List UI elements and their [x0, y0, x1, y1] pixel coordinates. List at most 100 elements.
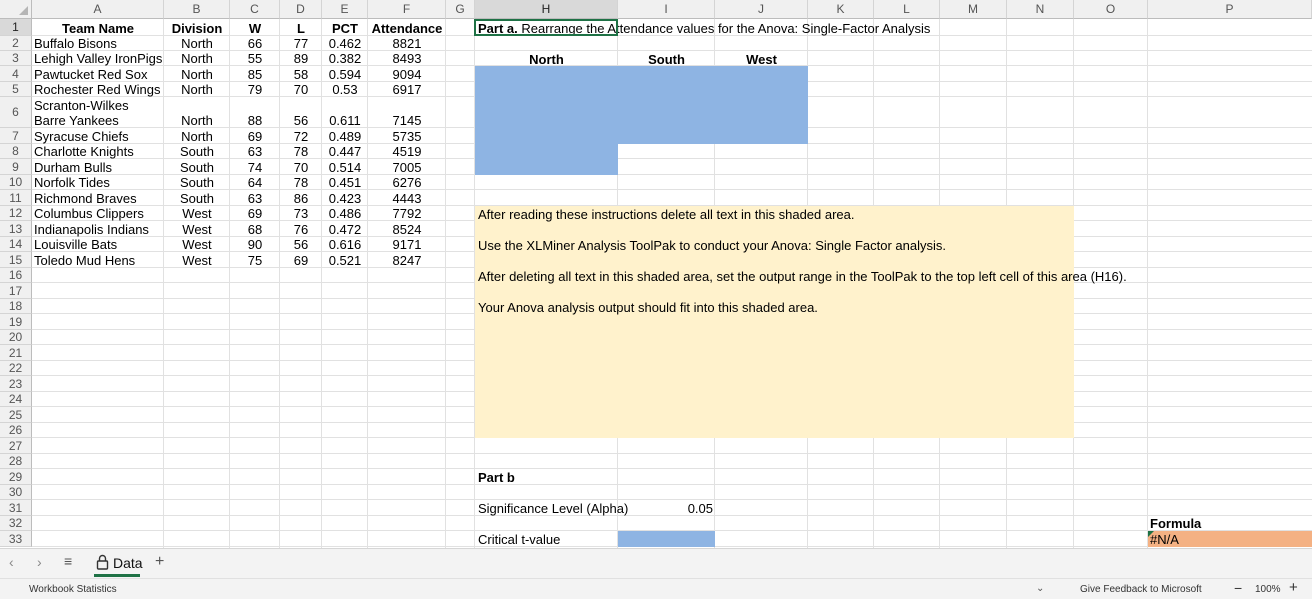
row-header-22[interactable]: 22 — [0, 361, 32, 376]
row-header-17[interactable]: 17 — [0, 283, 32, 299]
column-header-p[interactable]: P — [1148, 0, 1312, 19]
row-header-27[interactable]: 27 — [0, 438, 32, 454]
team-attendance[interactable]: 5735 — [368, 129, 446, 144]
row-header-26[interactable]: 26 — [0, 423, 32, 438]
team-division[interactable]: North — [164, 82, 230, 97]
team-pct[interactable]: 0.514 — [322, 160, 368, 175]
formula-label[interactable]: Formula — [1150, 516, 1201, 531]
feedback-link[interactable]: Give Feedback to Microsoft — [1080, 584, 1202, 595]
team-attendance[interactable]: 8247 — [368, 253, 446, 268]
row-header-13[interactable]: 13 — [0, 221, 32, 237]
group-header-north[interactable]: North — [475, 52, 618, 67]
team-losses[interactable]: 70 — [280, 82, 322, 97]
team-losses[interactable]: 78 — [280, 144, 322, 159]
south-west-input-area[interactable] — [618, 66, 808, 144]
column-header-k[interactable]: K — [808, 0, 874, 19]
instruction-1[interactable]: After reading these instructions delete … — [478, 207, 855, 222]
team-wins[interactable]: 90 — [230, 237, 280, 252]
team-division[interactable]: West — [164, 206, 230, 221]
column-header-d[interactable]: D — [280, 0, 322, 19]
team-attendance[interactable]: 7145 — [368, 113, 446, 128]
team-attendance[interactable]: 4519 — [368, 144, 446, 159]
team-attendance[interactable]: 8821 — [368, 36, 446, 51]
team-pct[interactable]: 0.447 — [322, 144, 368, 159]
team-division[interactable]: West — [164, 253, 230, 268]
team-attendance[interactable]: 8493 — [368, 51, 446, 66]
sheet-list-icon[interactable]: ≡ — [64, 553, 72, 569]
formula-value[interactable]: #N/A — [1150, 532, 1179, 547]
team-wins[interactable]: 79 — [230, 82, 280, 97]
row-header-14[interactable]: 14 — [0, 237, 32, 252]
team-attendance[interactable]: 9094 — [368, 67, 446, 82]
column-header-n[interactable]: N — [1007, 0, 1074, 19]
team-name[interactable]: Syracuse Chiefs — [34, 129, 164, 144]
team-name[interactable]: Buffalo Bisons — [34, 36, 164, 51]
header-pct[interactable]: PCT — [322, 21, 368, 36]
team-pct[interactable]: 0.472 — [322, 222, 368, 237]
team-name[interactable]: Columbus Clippers — [34, 206, 164, 221]
team-name[interactable]: Indianapolis Indians — [34, 222, 164, 237]
header-l[interactable]: L — [280, 21, 322, 36]
team-attendance[interactable]: 4443 — [368, 191, 446, 206]
critical-t-value-cell[interactable] — [618, 531, 715, 547]
column-header-l[interactable]: L — [874, 0, 940, 19]
row-header-2[interactable]: 2 — [0, 36, 32, 51]
team-pct[interactable]: 0.521 — [322, 253, 368, 268]
team-pct[interactable]: 0.53 — [322, 82, 368, 97]
team-division[interactable]: South — [164, 191, 230, 206]
column-header-b[interactable]: B — [164, 0, 230, 19]
team-losses[interactable]: 77 — [280, 36, 322, 51]
team-losses[interactable]: 89 — [280, 51, 322, 66]
row-header-19[interactable]: 19 — [0, 314, 32, 330]
row-header-23[interactable]: 23 — [0, 376, 32, 392]
team-attendance[interactable]: 6917 — [368, 82, 446, 97]
row-header-30[interactable]: 30 — [0, 485, 32, 500]
error-indicator-icon[interactable] — [1148, 531, 1154, 537]
row-header-16[interactable]: 16 — [0, 268, 32, 283]
team-pct[interactable]: 0.616 — [322, 237, 368, 252]
team-name-line2[interactable]: Barre Yankees — [34, 113, 164, 128]
row-header-3[interactable]: 3 — [0, 51, 32, 66]
row-header-6[interactable]: 6 — [0, 97, 32, 128]
column-header-m[interactable]: M — [940, 0, 1007, 19]
zoom-out-icon[interactable]: − — [1234, 580, 1242, 596]
team-attendance[interactable]: 7005 — [368, 160, 446, 175]
column-header-c[interactable]: C — [230, 0, 280, 19]
row-header-9[interactable]: 9 — [0, 159, 32, 175]
team-name[interactable]: Pawtucket Red Sox — [34, 67, 164, 82]
spreadsheet-grid[interactable]: ABCDEFGHIJKLMNOP 1 2 3 4 5 6 7 8 9 10 11 12 13 14 15 16… — [0, 0, 1312, 548]
team-division[interactable]: North — [164, 67, 230, 82]
team-pct[interactable]: 0.423 — [322, 191, 368, 206]
header-team-name[interactable]: Team Name — [32, 21, 164, 36]
team-name[interactable]: Charlotte Knights — [34, 144, 164, 159]
row-header-21[interactable]: 21 — [0, 345, 32, 361]
row-header-10[interactable]: 10 — [0, 175, 32, 190]
row-header-33[interactable]: 33 — [0, 531, 32, 547]
row-header-15[interactable]: 15 — [0, 252, 32, 268]
column-header-e[interactable]: E — [322, 0, 368, 19]
team-pct[interactable]: 0.594 — [322, 67, 368, 82]
team-losses[interactable]: 58 — [280, 67, 322, 82]
team-losses[interactable]: 56 — [280, 237, 322, 252]
add-sheet-icon[interactable]: + — [155, 553, 164, 571]
team-pct[interactable]: 0.611 — [322, 113, 368, 128]
header-attendance[interactable]: Attendance — [368, 21, 446, 36]
row-header-11[interactable]: 11 — [0, 190, 32, 206]
row-header-4[interactable]: 4 — [0, 66, 32, 82]
team-losses[interactable]: 86 — [280, 191, 322, 206]
sheet-tab-data[interactable]: Data — [92, 549, 143, 577]
team-attendance[interactable]: 9171 — [368, 237, 446, 252]
team-division[interactable]: North — [164, 113, 230, 128]
team-name[interactable]: Rochester Red Wings — [34, 82, 164, 97]
team-losses[interactable]: 72 — [280, 129, 322, 144]
team-name[interactable]: Lehigh Valley IronPigs — [34, 51, 164, 66]
team-wins[interactable]: 66 — [230, 36, 280, 51]
north-input-area[interactable] — [475, 66, 618, 175]
team-wins[interactable]: 64 — [230, 175, 280, 190]
team-losses[interactable]: 70 — [280, 160, 322, 175]
alpha-value[interactable]: 0.05 — [618, 501, 713, 516]
select-all-corner[interactable] — [0, 0, 32, 19]
critical-t-label[interactable]: Critical t-value — [478, 532, 560, 547]
team-wins[interactable]: 75 — [230, 253, 280, 268]
team-losses[interactable]: 78 — [280, 175, 322, 190]
